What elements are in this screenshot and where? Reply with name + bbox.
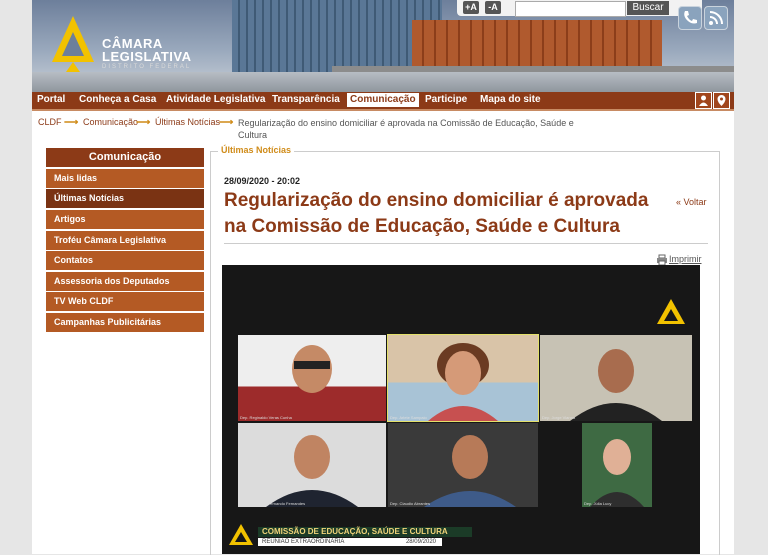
participant-tile-3: Dep. Jorge Vianna — [540, 335, 692, 421]
banner-date: 28/09/2020 — [405, 539, 436, 545]
print-label: Imprimir — [669, 254, 702, 264]
sidebar-title: Comunicação — [46, 148, 204, 167]
participant-tile-6: Dep. Júlia Lucy — [582, 423, 652, 507]
rss-icon[interactable] — [704, 6, 728, 30]
back-link[interactable]: « Voltar — [676, 197, 707, 207]
article-date: 28/09/2020 - 20:02 — [224, 176, 301, 186]
font-decrease-button[interactable]: -A — [485, 1, 501, 14]
cldf-logo-icon — [229, 524, 253, 545]
nav-mapa[interactable]: Mapa do site — [477, 93, 544, 107]
header-banner: CÂMARA LEGISLATIVA DISTRITO FEDERAL +A -… — [32, 0, 734, 92]
sidebar-item-contatos[interactable]: Contatos — [46, 251, 204, 270]
logo[interactable]: CÂMARA LEGISLATIVA DISTRITO FEDERAL — [50, 14, 220, 74]
participant-tile-2: Dep. Arlete Sampaio — [387, 334, 539, 422]
location-icon[interactable] — [713, 92, 730, 109]
breadcrumb-ultimas[interactable]: Últimas Notícias — [155, 117, 220, 127]
article-image: Dep. Reginaldo Veras Cunha Dep. Arlete S… — [222, 265, 700, 554]
banner-title: COMISSÃO DE EDUCAÇÃO, SAÚDE E CULTURA — [258, 527, 472, 537]
divider — [224, 243, 708, 244]
cldf-watermark-icon — [657, 299, 685, 324]
breadcrumb-arrow-icon: ⟶ — [219, 117, 234, 128]
phone-icon[interactable] — [678, 6, 702, 30]
sidebar-item-ultimas-noticias[interactable]: Últimas Notícias — [46, 189, 204, 208]
nav-comunicacao[interactable]: Comunicação — [347, 93, 419, 107]
breadcrumb-arrow-icon: ⟶ — [64, 117, 79, 128]
nav-participe[interactable]: Participe — [422, 93, 470, 107]
participant-label: Dep. Arlete Sampaio — [390, 415, 427, 420]
font-increase-button[interactable]: +A — [463, 1, 479, 14]
sidebar-item-trofeu[interactable]: Troféu Câmara Legislativa — [46, 231, 204, 250]
participant-tile-4: Dep. Delegado Fernando Fernandes — [238, 423, 386, 507]
main-nav: Portal Conheça a Casa Atividade Legislat… — [32, 92, 734, 109]
sidebar-item-campanhas[interactable]: Campanhas Publicitárias — [46, 313, 204, 332]
section-label: Últimas Notícias — [218, 145, 295, 155]
sidebar-item-mais-lidas[interactable]: Mais lidas — [46, 169, 204, 188]
banner-subtitle: REUNIÃO EXTRAORDINÁRIA 28/09/2020 — [258, 538, 442, 546]
breadcrumb-arrow-icon: ⟶ — [136, 117, 151, 128]
participant-tile-1: Dep. Reginaldo Veras Cunha — [238, 335, 386, 421]
page: CÂMARA LEGISLATIVA DISTRITO FEDERAL +A -… — [32, 0, 734, 555]
participant-label: Dep. Jorge Vianna — [542, 415, 576, 420]
user-icon[interactable] — [695, 92, 712, 109]
toolbox: +A -A Buscar — [457, 0, 702, 17]
logo-text-2: LEGISLATIVA — [102, 49, 192, 64]
nav-portal[interactable]: Portal — [34, 93, 68, 107]
sidebar-item-artigos[interactable]: Artigos — [46, 210, 204, 229]
participant-label: Dep. Reginaldo Veras Cunha — [240, 415, 292, 420]
participant-label: Dep. Claudio Abrantes — [390, 501, 431, 506]
participant-label: Dep. Júlia Lucy — [584, 501, 612, 506]
nav-atividade[interactable]: Atividade Legislativa — [163, 93, 268, 107]
logo-text-3: DISTRITO FEDERAL — [102, 64, 192, 70]
article-title: Regularização do ensino domiciliar é apr… — [224, 190, 649, 237]
sidebar-item-assessoria[interactable]: Assessoria dos Deputados — [46, 272, 204, 291]
sidebar-item-tv-web[interactable]: TV Web CLDF — [46, 292, 204, 311]
broadcast-banner: COMISSÃO DE EDUCAÇÃO, SAÚDE E CULTURA RE… — [228, 523, 472, 549]
breadcrumb-comunicacao[interactable]: Comunicação — [83, 117, 138, 127]
nav-transparencia[interactable]: Transparência — [269, 93, 343, 107]
participant-tile-5: Dep. Claudio Abrantes — [388, 423, 538, 507]
breadcrumb-current: Regularização do ensino domiciliar é apr… — [238, 118, 574, 140]
search-input[interactable] — [515, 1, 626, 17]
search-button[interactable]: Buscar — [627, 1, 669, 15]
logo-triangle-icon — [52, 16, 94, 72]
participant-label: Dep. Delegado Fernando Fernandes — [240, 501, 306, 506]
breadcrumb-cldf[interactable]: CLDF — [38, 117, 62, 127]
nav-conheca[interactable]: Conheça a Casa — [76, 93, 159, 107]
